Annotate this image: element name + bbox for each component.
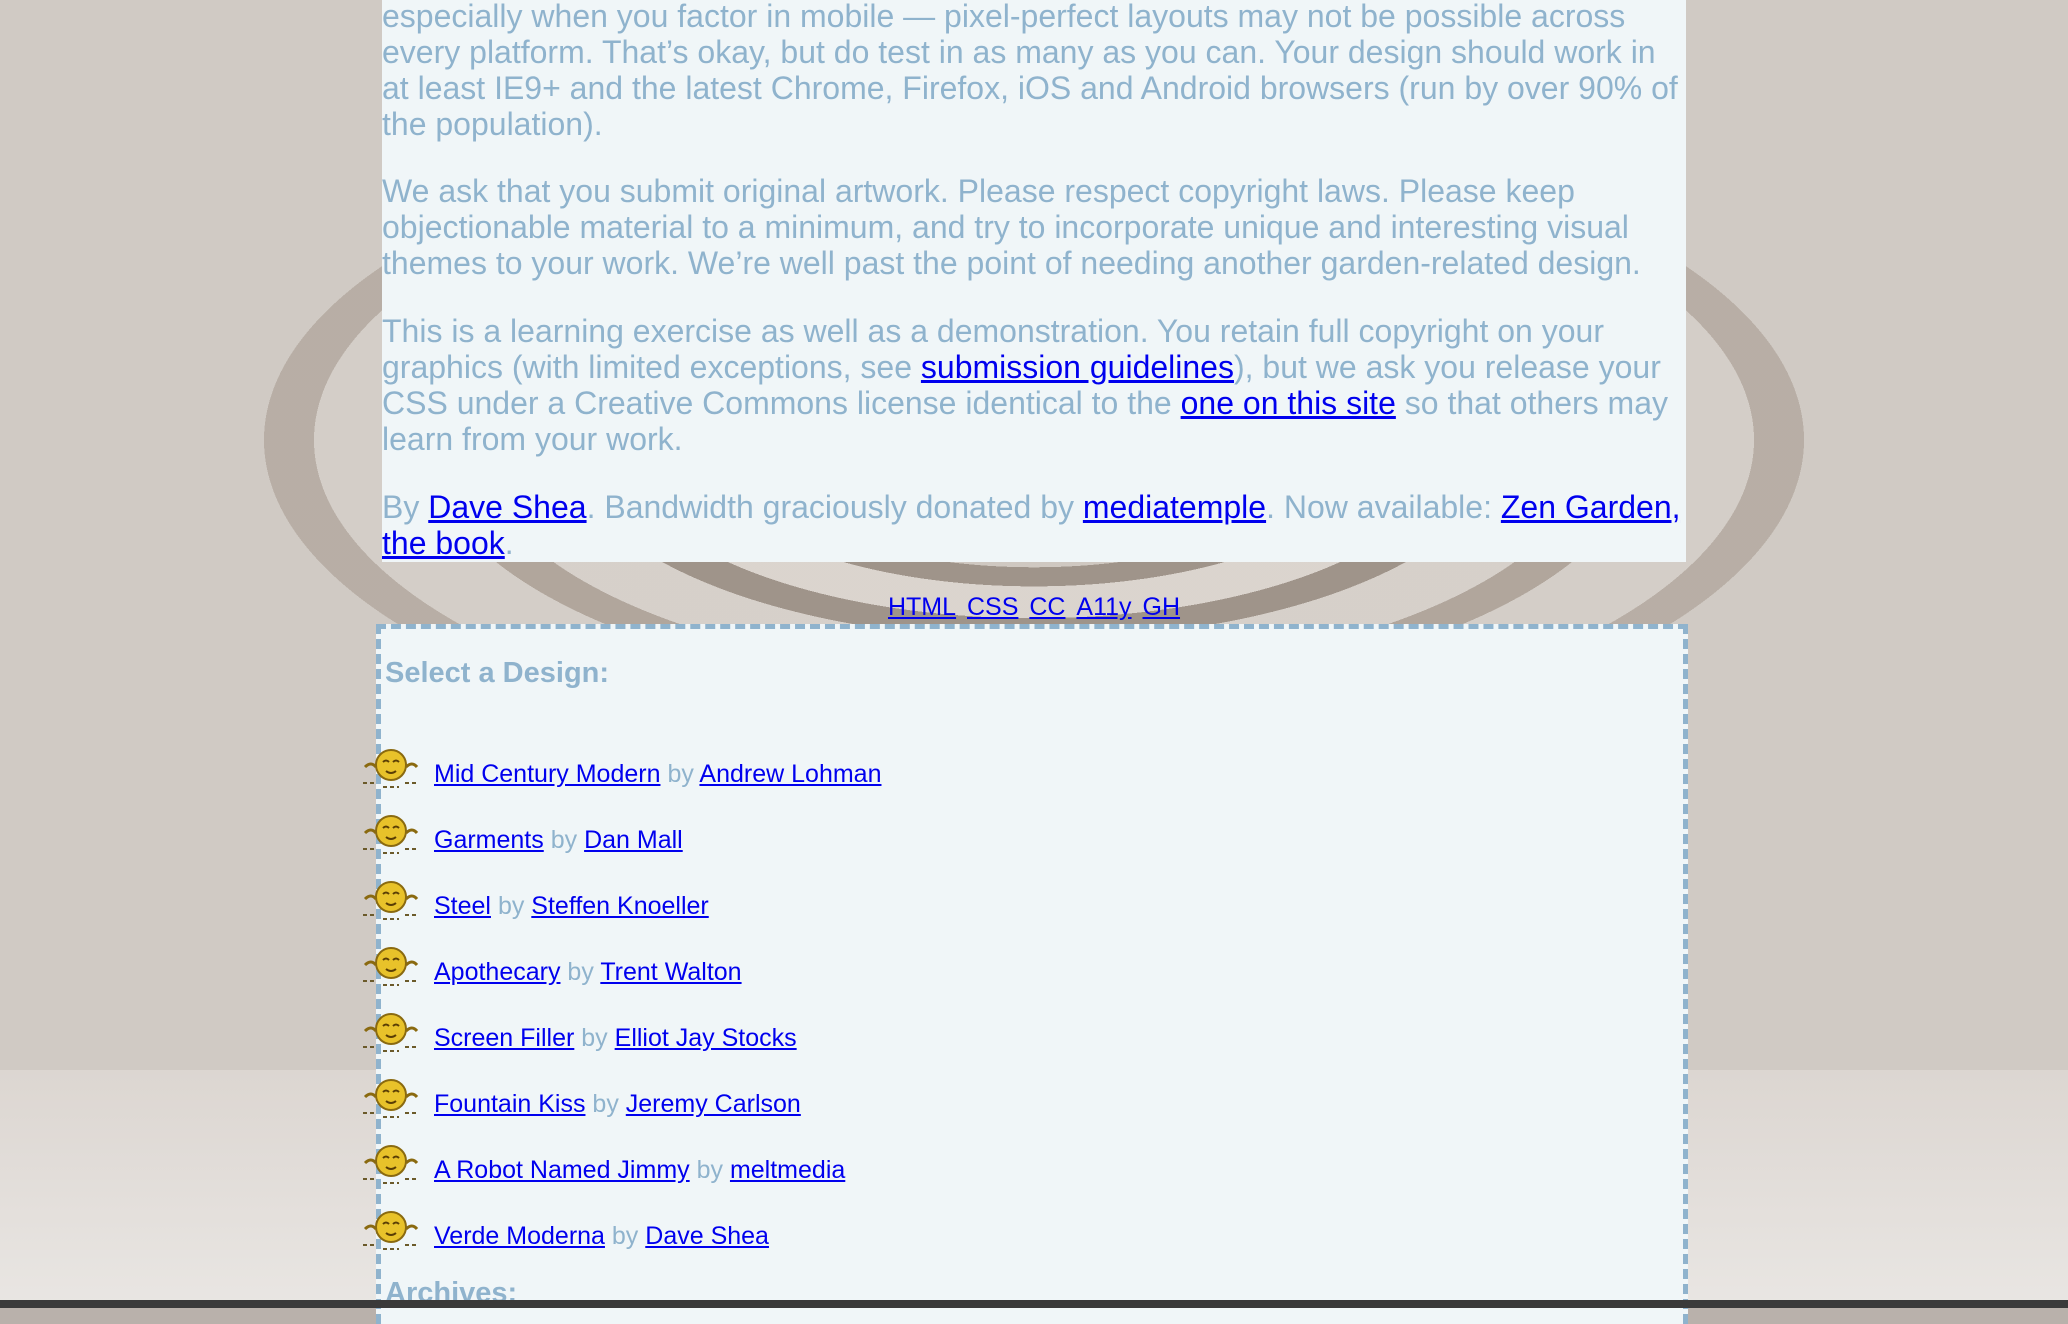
design-link[interactable]: Screen Filler bbox=[434, 1024, 574, 1052]
designer-link[interactable]: Steffen Knoeller bbox=[531, 892, 708, 920]
intro-paragraph-artwork: We ask that you submit original artwork.… bbox=[382, 173, 1641, 281]
credits-end: . bbox=[504, 525, 514, 561]
smiling-sun-icon bbox=[363, 749, 419, 788]
designer-link[interactable]: Dave Shea bbox=[645, 1222, 769, 1250]
by-word: by bbox=[611, 1222, 639, 1250]
design-link[interactable]: Verde Moderna bbox=[434, 1222, 605, 1250]
smiling-sun-icon bbox=[363, 1079, 419, 1118]
github-link[interactable]: GH bbox=[1143, 593, 1181, 621]
designer-link[interactable]: Trent Walton bbox=[600, 958, 741, 986]
designer-link[interactable]: Dan Mall bbox=[584, 826, 683, 854]
by-word: by bbox=[592, 1090, 619, 1118]
by-word: by bbox=[581, 1024, 608, 1052]
by-word: by bbox=[567, 958, 594, 986]
credits-now-available: . Now available: bbox=[1266, 489, 1501, 525]
intro-panel: especially when you factor in mobile — p… bbox=[382, 0, 1686, 562]
design-link[interactable]: Apothecary bbox=[434, 958, 560, 986]
intro-paragraph-browsers: especially when you factor in mobile — p… bbox=[382, 0, 1678, 142]
credits-bandwidth: . Bandwidth graciously donated by bbox=[586, 489, 1083, 525]
by-word: by bbox=[550, 826, 578, 854]
by-word: by bbox=[696, 1156, 723, 1184]
css-link[interactable]: CSS bbox=[967, 593, 1018, 621]
host-link[interactable]: mediatemple bbox=[1083, 489, 1266, 525]
design-link[interactable]: A Robot Named Jimmy bbox=[434, 1156, 690, 1184]
submission-guidelines-link[interactable]: submission guidelines bbox=[921, 349, 1234, 385]
smiling-sun-icon bbox=[363, 1145, 419, 1184]
smiling-sun-icon bbox=[363, 1013, 419, 1052]
design-link[interactable]: Garments bbox=[434, 826, 544, 854]
designer-link[interactable]: Elliot Jay Stocks bbox=[615, 1024, 797, 1052]
smiling-sun-icon bbox=[363, 1211, 419, 1250]
designer-link[interactable]: Andrew Lohman bbox=[699, 760, 881, 788]
window-bottom-edge bbox=[0, 1300, 2068, 1308]
design-select-panel: Select a Design: Mid Century Modern by A… bbox=[363, 624, 1688, 1324]
validation-links: HTML CSS CC A11y GH bbox=[0, 592, 2068, 622]
credits-by: By bbox=[382, 489, 429, 525]
design-select-heading: Select a Design: bbox=[385, 657, 610, 689]
smiling-sun-icon bbox=[363, 881, 419, 920]
by-word: by bbox=[667, 760, 694, 788]
intro-paragraph-credits: By Dave Shea. Bandwidth graciously donat… bbox=[382, 489, 1682, 561]
by-word: by bbox=[497, 892, 525, 920]
design-link[interactable]: Steel bbox=[434, 892, 491, 920]
designer-link[interactable]: Jeremy Carlson bbox=[626, 1090, 801, 1118]
author-link[interactable]: Dave Shea bbox=[428, 489, 586, 525]
design-link[interactable]: Mid Century Modern bbox=[434, 760, 660, 788]
html-link[interactable]: HTML bbox=[888, 593, 956, 621]
intro-paragraph-license: This is a learning exercise as well as a… bbox=[382, 313, 1682, 457]
license-link[interactable]: one on this site bbox=[1181, 385, 1396, 421]
designer-link[interactable]: meltmedia bbox=[730, 1156, 845, 1184]
design-link[interactable]: Fountain Kiss bbox=[434, 1090, 585, 1118]
smiling-sun-icon bbox=[363, 947, 419, 986]
a11y-link[interactable]: A11y bbox=[1076, 593, 1131, 621]
cc-link[interactable]: CC bbox=[1029, 593, 1065, 621]
smiling-sun-icon bbox=[363, 815, 419, 854]
